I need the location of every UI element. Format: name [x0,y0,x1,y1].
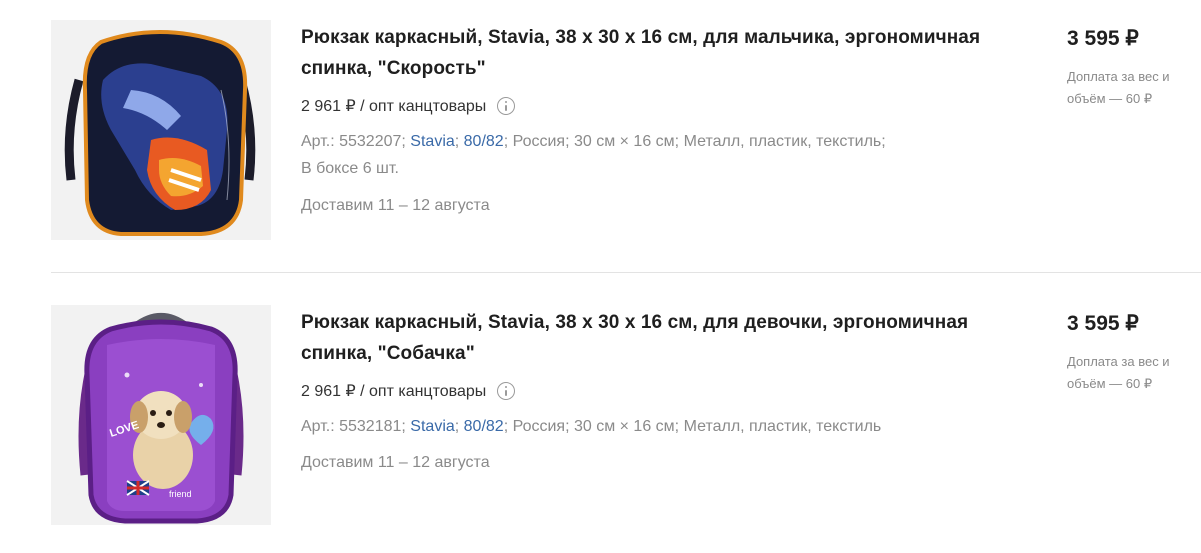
product-specs: Арт.: 5532207; Stavia; 80/82; Россия; 30… [301,133,886,177]
series-link[interactable]: 80/82 [464,418,504,435]
country: Россия [512,418,566,435]
product-title[interactable]: Рюкзак каркасный, Stavia, 38 х 30 х 16 с… [301,22,1001,84]
backpack-puppy-image: LOVE friend [51,305,271,525]
wholesale-price: 2 961 ₽ / опт канцтовары [301,94,516,118]
product-card: Рюкзак каркасный, Stavia, 38 х 30 х 16 с… [0,0,1201,240]
country: Россия [512,133,566,150]
backpack-car-image [51,20,271,240]
info-icon[interactable] [497,382,516,400]
product-card: LOVE friend Рюкзак каркасный, Stavia, 38… [0,285,1201,525]
wholesale-price-text: 2 961 ₽ / опт канцтовары [301,383,487,400]
product-title[interactable]: Рюкзак каркасный, Stavia, 38 х 30 х 16 с… [301,307,1001,369]
divider [51,272,1201,273]
brand-link[interactable]: Stavia [410,418,454,435]
surcharge-note: Доплата за вес и объём — 60 ₽ [1067,354,1170,391]
article-number: Арт.: 5532181 [301,418,402,435]
brand-link[interactable]: Stavia [410,133,454,150]
dimensions: 30 см × 16 см [573,418,675,435]
wholesale-price: 2 961 ₽ / опт канцтовары [301,379,516,403]
product-specs: Арт.: 5532181; Stavia; 80/82; Россия; 30… [301,418,882,435]
backpack-print-text: friend [169,489,192,499]
product-image[interactable] [51,20,271,240]
delivery-date: Доставим 11 – 12 августа [301,454,490,471]
box-quantity: В боксе 6 шт. [301,160,399,177]
info-icon[interactable] [497,97,516,115]
material: Металл, пластик, текстиль [683,133,882,150]
wholesale-price-text: 2 961 ₽ / опт канцтовары [301,98,487,115]
series-link[interactable]: 80/82 [464,133,504,150]
product-price: 3 595 ₽ [1067,312,1139,335]
product-image[interactable]: LOVE friend [51,305,271,525]
delivery-date: Доставим 11 – 12 августа [301,197,490,214]
article-number: Арт.: 5532207 [301,133,402,150]
dimensions: 30 см × 16 см [573,133,675,150]
material: Металл, пластик, текстиль [683,418,882,435]
product-price: 3 595 ₽ [1067,27,1139,50]
surcharge-note: Доплата за вес и объём — 60 ₽ [1067,69,1170,106]
